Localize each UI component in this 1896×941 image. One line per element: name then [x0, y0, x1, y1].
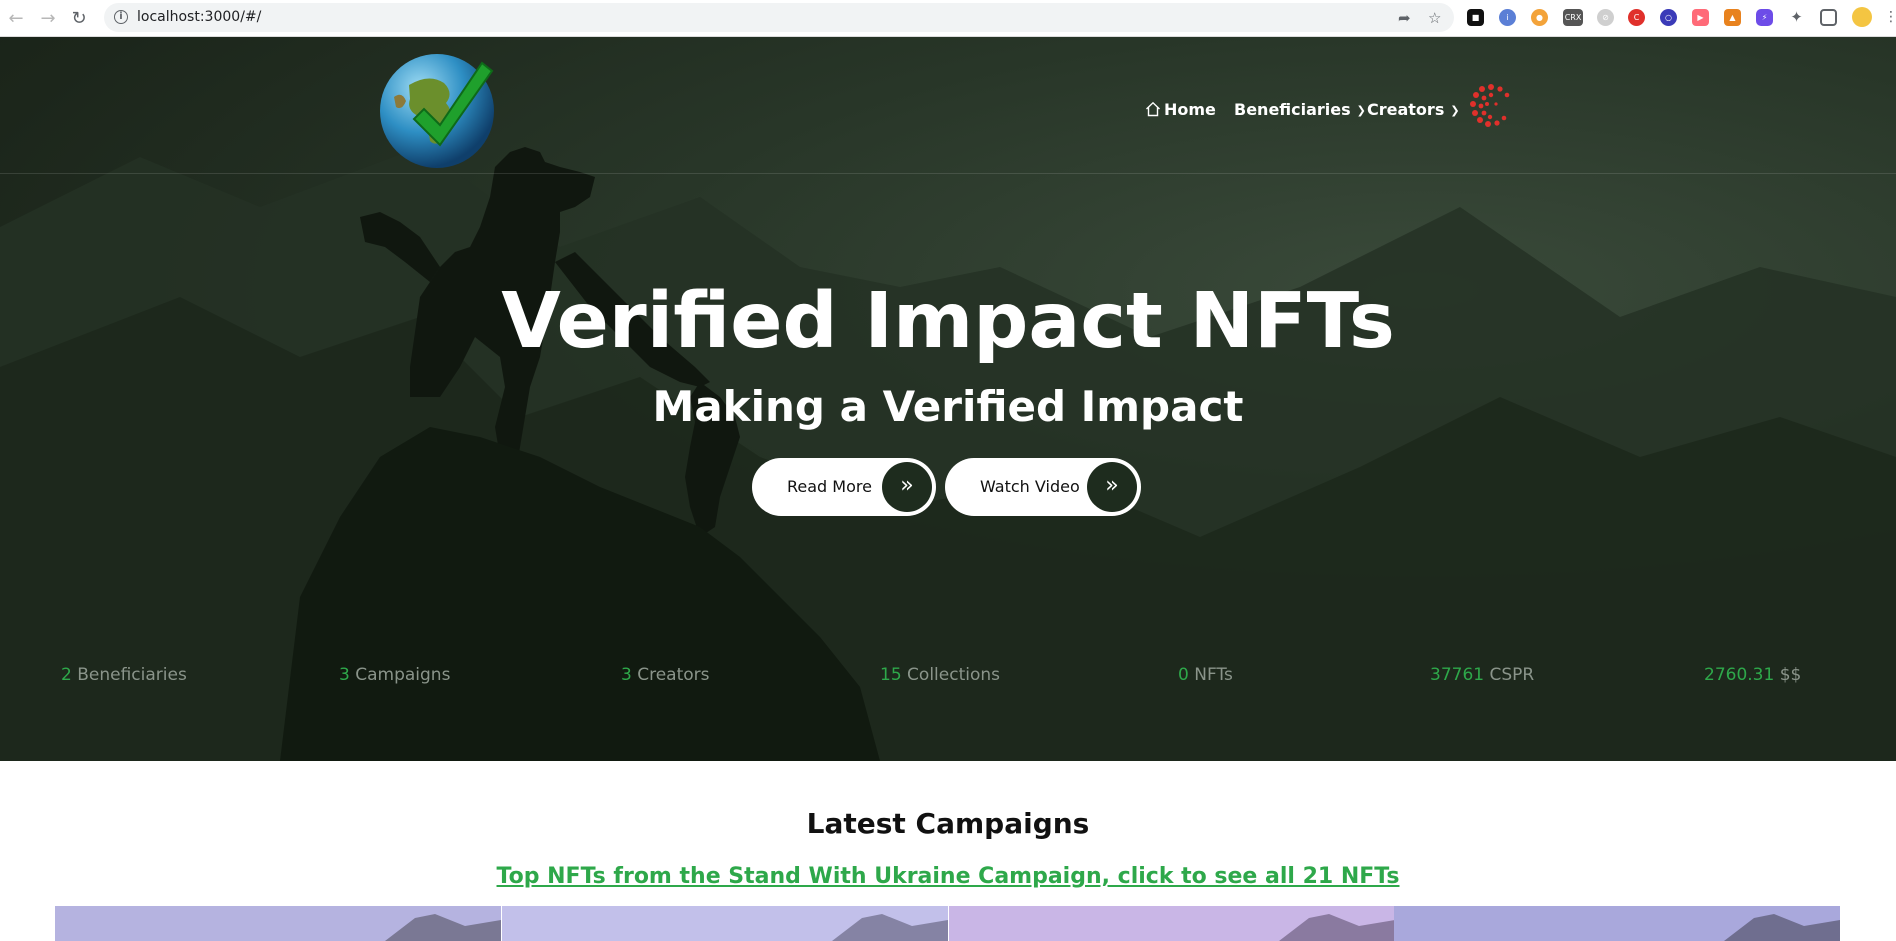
watch-video-button[interactable]: Watch Video »	[945, 458, 1141, 516]
nft-thumbnail[interactable]	[55, 906, 501, 941]
stat-creators: 3 Creators	[621, 665, 710, 685]
stat-value: 15	[880, 665, 902, 685]
puzzle-icon[interactable]: ✦	[1788, 9, 1805, 26]
chevron-down-icon: ❯	[1356, 103, 1366, 117]
stat-campaigns: 3 Campaigns	[339, 665, 450, 685]
extension-icon[interactable]: ▶	[1692, 9, 1709, 26]
double-chevron-right-icon: »	[882, 462, 932, 512]
bookmark-star-icon[interactable]: ☆	[1428, 9, 1441, 27]
campaign-link[interactable]: Top NFTs from the Stand With Ukraine Cam…	[0, 864, 1896, 889]
stat-label: CSPR	[1489, 665, 1535, 685]
stat-value: 3	[339, 665, 350, 685]
stat-label: $$	[1779, 665, 1802, 685]
stat-collections: 15 Collections	[880, 665, 1000, 685]
stat-nfts: 0 NFTs	[1178, 665, 1233, 685]
nav-beneficiaries[interactable]: Beneficiaries ❯	[1234, 94, 1366, 124]
latest-campaigns-title: Latest Campaigns	[806, 807, 1090, 840]
stat-label: Creators	[637, 665, 710, 685]
extension-icon[interactable]: ⊘	[1597, 9, 1614, 26]
wallet-connect-icon[interactable]	[1468, 82, 1514, 128]
home-icon	[1146, 101, 1160, 117]
side-panel-icon[interactable]	[1820, 9, 1837, 26]
extension-icon[interactable]: CRX	[1563, 9, 1583, 26]
nav-creators-label[interactable]: Creators	[1367, 100, 1444, 119]
nav-home-label[interactable]: Home	[1164, 100, 1216, 119]
extension-icon[interactable]: ○	[1660, 9, 1677, 26]
stat-value: 37761	[1430, 665, 1485, 685]
address-bar[interactable]: i localhost:3000/#/ ➦ ☆	[104, 3, 1454, 32]
metamask-icon[interactable]: ▲	[1724, 9, 1741, 26]
stat-value: 2	[61, 665, 72, 685]
stat-value: 0	[1178, 665, 1189, 685]
browser-toolbar: ← → ↻ i localhost:3000/#/ ➦ ☆ ■ i ● CRX …	[0, 0, 1896, 37]
avatar[interactable]	[1852, 7, 1872, 27]
stat-value: 3	[621, 665, 632, 685]
read-more-label[interactable]: Read More	[787, 458, 872, 516]
double-chevron-right-icon: »	[1087, 462, 1137, 512]
hero-subtitle: Making a Verified Impact	[652, 382, 1244, 431]
stat-label: Campaigns	[355, 665, 451, 685]
kebab-menu-icon[interactable]: ⋮	[1884, 9, 1896, 26]
nav-beneficiaries-label[interactable]: Beneficiaries	[1234, 100, 1351, 119]
share-icon[interactable]: ➦	[1398, 9, 1411, 27]
extension-icon[interactable]: ⚡	[1756, 9, 1773, 26]
stat-usd: 2760.31 $$	[1704, 665, 1801, 685]
nft-thumbnail[interactable]	[1394, 906, 1840, 941]
stat-label: Collections	[907, 665, 1000, 685]
nav-creators[interactable]: Creators ❯	[1367, 94, 1460, 124]
url-text[interactable]: localhost:3000/#/	[137, 9, 261, 25]
stat-beneficiaries: 2 Beneficiaries	[61, 665, 187, 685]
stat-label: Beneficiaries	[77, 665, 187, 685]
watch-video-label[interactable]: Watch Video	[980, 458, 1080, 516]
nav-home[interactable]: Home	[1145, 94, 1216, 124]
reload-icon[interactable]: ↻	[68, 7, 90, 29]
site-info-icon[interactable]: i	[114, 10, 128, 24]
nft-thumbnail[interactable]	[502, 906, 948, 941]
stat-label: NFTs	[1194, 665, 1233, 685]
hero-section: Home Beneficiaries ❯ Creators ❯ Verified…	[0, 37, 1896, 761]
extension-icon[interactable]: i	[1499, 9, 1516, 26]
stat-value: 2760.31	[1704, 665, 1775, 685]
read-more-button[interactable]: Read More »	[752, 458, 936, 516]
logo[interactable]	[374, 45, 504, 170]
nft-thumbnail[interactable]	[949, 906, 1395, 941]
chevron-down-icon: ❯	[1450, 103, 1460, 117]
extension-icon[interactable]: ●	[1531, 9, 1548, 26]
header-divider	[0, 173, 1896, 174]
back-icon[interactable]: ←	[5, 7, 27, 29]
stat-cspr: 37761 CSPR	[1430, 665, 1534, 685]
forward-icon[interactable]: →	[37, 7, 59, 29]
extension-icon[interactable]: ■	[1467, 9, 1484, 26]
extension-icon[interactable]: C	[1628, 9, 1645, 26]
hero-title: Verified Impact NFTs	[501, 277, 1395, 366]
